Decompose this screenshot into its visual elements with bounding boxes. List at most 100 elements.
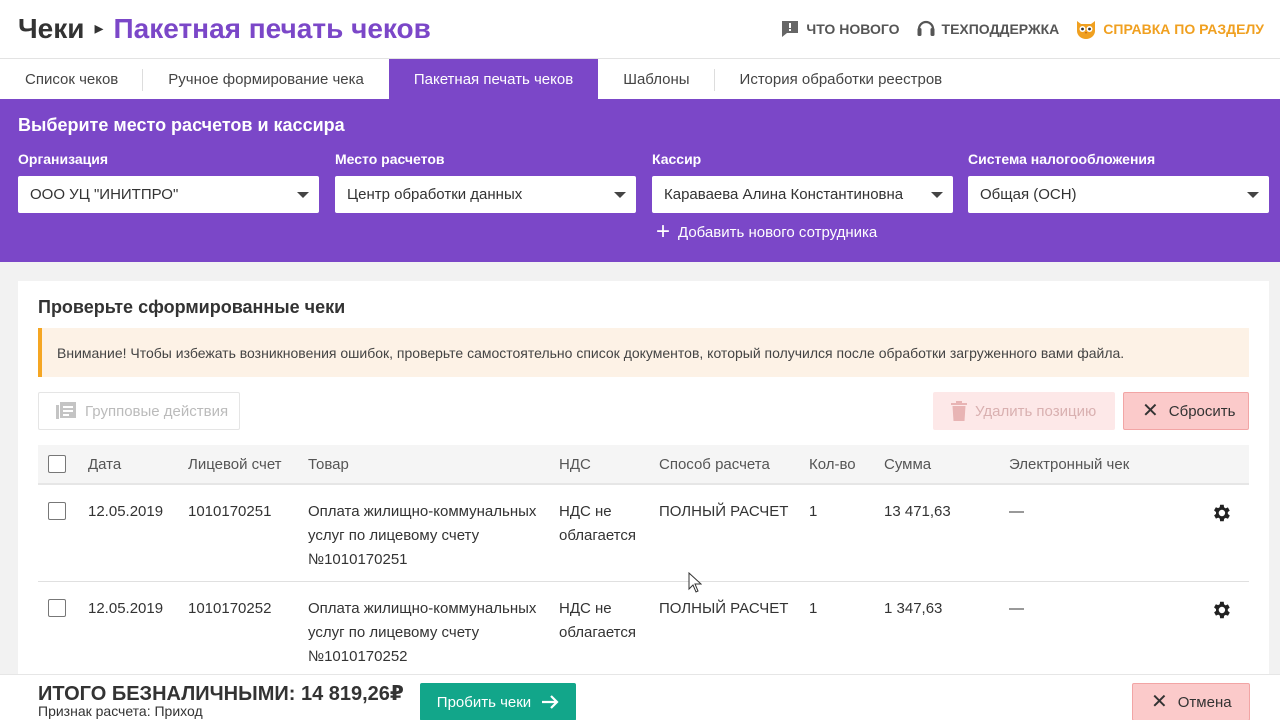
tab-registry-history[interactable]: История обработки реестров — [715, 59, 968, 100]
gear-icon[interactable] — [1210, 502, 1232, 524]
col-qty: Кол-во — [809, 456, 856, 473]
cancel-button[interactable]: ✕ Отмена — [1132, 683, 1250, 720]
place-field: Место расчетов Центр обработки данных — [335, 151, 636, 213]
payment-sign: Признак расчета: Приход — [38, 703, 203, 719]
select-all-checkbox[interactable] — [48, 455, 66, 473]
breadcrumb-current: Пакетная печать чеков — [113, 13, 431, 44]
gear-icon[interactable] — [1210, 599, 1232, 621]
organization-label: Организация — [18, 151, 109, 167]
row-product-line: услуг по лицевому счету — [308, 527, 480, 544]
tab-label: Шаблоны — [623, 71, 690, 88]
row-date: 12.05.2019 — [88, 600, 164, 617]
chevron-down-icon — [931, 192, 943, 198]
chevron-down-icon — [1247, 192, 1259, 198]
organization-select[interactable]: ООО УЦ "ИНИТПРО" — [18, 176, 319, 213]
tab-bar: Список чеков Ручное формирование чека Па… — [0, 58, 1280, 100]
chevron-down-icon — [614, 192, 626, 198]
row-payment-method: ПОЛНЫЙ РАСЧЕТ — [659, 503, 789, 520]
col-sum: Сумма — [884, 456, 932, 473]
tab-label: Пакетная печать чеков — [413, 71, 574, 88]
row-sum: 1 347,63 — [884, 600, 943, 617]
reset-button[interactable]: ✕ Сбросить — [1123, 392, 1249, 430]
warning-alert: Внимание! Чтобы избежать возникновения о… — [38, 328, 1249, 377]
col-vat: НДС — [559, 456, 591, 473]
reset-label: Сбросить — [1168, 402, 1236, 420]
tab-templates[interactable]: Шаблоны — [598, 59, 715, 100]
cashier-select[interactable]: Караваева Алина Константиновна — [652, 176, 953, 213]
arrow-right-icon — [542, 695, 559, 709]
col-account: Лицевой счет — [188, 456, 282, 473]
owl-icon — [1077, 21, 1096, 39]
whats-new-label: Что нового — [806, 21, 900, 37]
alert-text: Внимание! Чтобы избежать возникновения о… — [57, 344, 1125, 361]
cashier-field: Кассир Караваева Алина Константиновна — [652, 151, 953, 213]
selection-panel: Выберите место расчетов и кассира Органи… — [0, 99, 1280, 262]
place-value: Центр обработки данных — [347, 186, 523, 203]
row-product-line: услуг по лицевому счету — [308, 624, 480, 641]
row-checkbox[interactable] — [48, 502, 66, 520]
header-links: Что нового Техподдержка Справка по разде… — [780, 18, 1264, 40]
col-e-receipt: Электронный чек — [1009, 456, 1130, 473]
tab-batch-print[interactable]: Пакетная печать чеков — [388, 59, 599, 100]
row-date: 12.05.2019 — [88, 503, 164, 520]
row-vat-line: облагается — [559, 624, 637, 641]
tab-label: Список чеков — [25, 71, 119, 88]
close-icon: ✕ — [1142, 400, 1159, 422]
table-header: Дата Лицевой счет Товар НДС Способ расче… — [38, 445, 1249, 485]
cancel-label: Отмена — [1177, 693, 1232, 711]
row-payment-method: ПОЛНЫЙ РАСЧЕТ — [659, 600, 789, 617]
add-employee-label: Добавить нового сотрудника — [678, 223, 878, 241]
breadcrumb-root[interactable]: Чеки — [18, 13, 84, 44]
place-select[interactable]: Центр обработки данных — [335, 176, 636, 213]
print-receipts-button[interactable]: Пробить чеки — [420, 683, 576, 720]
row-qty: 1 — [809, 503, 818, 520]
tax-select[interactable]: Общая (ОСН) — [968, 176, 1269, 213]
group-actions-button[interactable]: Групповые действия — [38, 392, 240, 430]
sticky-footer: ИТОГО БЕЗНАЛИЧНЫМИ: 14 819,26₽ Признак р… — [0, 674, 1280, 720]
organization-field: Организация ООО УЦ "ИНИТПРО" — [18, 151, 319, 213]
row-sum: 13 471,63 — [884, 503, 951, 520]
delete-position-button[interactable]: Удалить позицию — [933, 392, 1115, 430]
row-account: 1010170252 — [188, 600, 272, 617]
tax-value: Общая (ОСН) — [980, 186, 1077, 203]
support-label: Техподдержка — [941, 21, 1060, 37]
row-vat-line: НДС не — [559, 600, 612, 617]
print-receipts-label: Пробить чеки — [436, 693, 532, 711]
add-employee-link[interactable]: + Добавить нового сотрудника — [656, 218, 878, 245]
table-row: 12.05.2019 1010170252 Оплата жилищно-ком… — [38, 582, 1249, 679]
trash-icon — [951, 401, 967, 421]
table-row: 12.05.2019 1010170251 Оплата жилищно-ком… — [38, 485, 1249, 582]
chevron-down-icon — [297, 192, 309, 198]
col-payment-method: Способ расчета — [659, 456, 770, 473]
support-link[interactable]: Техподдержка — [916, 18, 1060, 40]
organization-value: ООО УЦ "ИНИТПРО" — [30, 186, 179, 203]
breadcrumb-separator-icon: ▸ — [94, 18, 104, 38]
close-icon: ✕ — [1151, 691, 1168, 713]
row-product: Оплата жилищно-коммунальных услуг по лиц… — [308, 597, 536, 669]
row-account: 1010170251 — [188, 503, 272, 520]
row-e-receipt: — — [1009, 503, 1024, 520]
help-link[interactable]: Справка по разделу — [1075, 18, 1264, 40]
plus-icon: + — [656, 218, 671, 245]
page-title: Чеки ▸ Пакетная печать чеков — [18, 13, 431, 45]
row-e-receipt: — — [1009, 600, 1024, 617]
row-vat-line: НДС не — [559, 503, 612, 520]
col-date: Дата — [88, 456, 122, 473]
list-icon — [56, 402, 76, 419]
row-vat-line: облагается — [559, 527, 637, 544]
announcement-icon — [782, 21, 799, 37]
selection-title: Выберите место расчетов и кассира — [18, 115, 345, 135]
whats-new-link[interactable]: Что нового — [780, 19, 900, 39]
cashier-value: Караваева Алина Константиновна — [664, 186, 904, 203]
row-checkbox[interactable] — [48, 599, 66, 617]
tax-label: Система налогообложения — [968, 151, 1156, 167]
tab-manual-receipt[interactable]: Ручное формирование чека — [143, 59, 389, 100]
headset-icon — [917, 20, 935, 36]
row-vat: НДС не облагается — [559, 597, 636, 645]
tab-label: Ручное формирование чека — [168, 71, 364, 88]
review-title: Проверьте сформированные чеки — [38, 297, 346, 317]
row-product-line: Оплата жилищно-коммунальных — [308, 600, 537, 617]
row-qty: 1 — [809, 600, 818, 617]
tab-receipt-list[interactable]: Список чеков — [0, 59, 144, 100]
row-product-line: №1010170251 — [308, 551, 408, 568]
